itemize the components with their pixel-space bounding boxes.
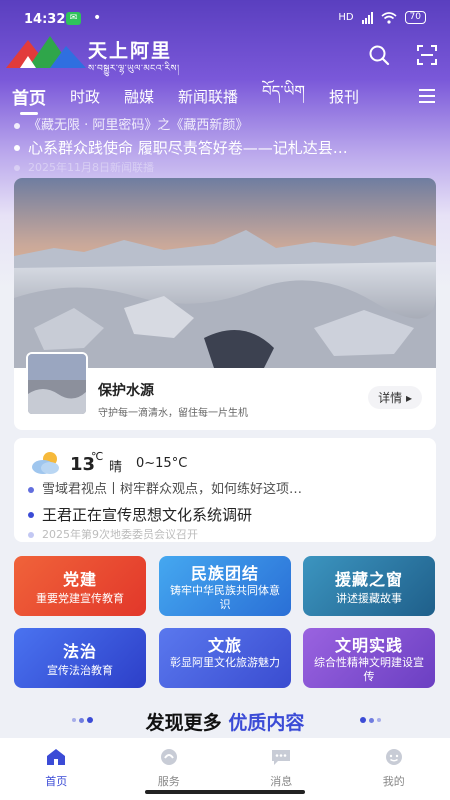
message-icon [272, 750, 291, 765]
network-type-label: HD [338, 12, 354, 23]
news-ticker: 《藏无限 · 阿里密码》之《藏西新颜》 心系群众践使命 履职尽责答好卷——记札达… [14, 118, 434, 174]
weather-news-card: 13 ℃ 晴 0~15°C 雪域君视点丨树牢群众观点，如何练好这项… 王君正在宣… [14, 438, 436, 542]
news-item[interactable]: 王君正在宣传思想文化系统调研 [28, 504, 428, 526]
glacier-photo [14, 178, 436, 368]
partly-cloudy-icon [32, 452, 59, 474]
weather-range: 0~15°C [136, 456, 188, 471]
card-title: 文旅 [207, 636, 242, 655]
card-subtitle: 宣传法治教育 [47, 664, 113, 677]
news-item[interactable]: 2025年第9次地委委员会议召开 [28, 529, 428, 541]
card-culture-tourism[interactable]: 文旅 彰显阿里文化旅游魅力 [159, 628, 291, 688]
banner-subtitle: 守护每一滴清水，留住每一片生机 [98, 408, 248, 419]
app-logo: 天上阿里 ས་བསྒྱུར་ལྷ་ཡུལ་མངའ་རིས། [6, 34, 206, 74]
wechat-notification-icon: ✉ [66, 12, 81, 25]
card-title: 党建 [62, 570, 97, 589]
wifi-icon [381, 11, 397, 24]
mountain-logo-icon [6, 36, 86, 68]
menu-icon[interactable] [418, 88, 436, 104]
card-party-building[interactable]: 党建 重要党建宣传教育 [14, 556, 146, 616]
featured-banner[interactable]: 保护水源 守护每一滴清水，留住每一片生机 详情 ▸ [14, 178, 436, 430]
weather-unit: ℃ [91, 450, 104, 463]
card-ethnic-unity[interactable]: 民族团结 铸牢中华民族共同体意识 [159, 556, 291, 616]
tab-news-broadcast[interactable]: 新闻联播 [178, 86, 238, 107]
tab-newspaper[interactable]: 报刊 [329, 86, 359, 107]
tab-media[interactable]: 融媒 [124, 86, 154, 107]
profile-icon [385, 749, 402, 765]
scan-icon[interactable] [414, 42, 440, 68]
ticker-item[interactable]: 2025年11月8日新闻联播 [14, 162, 434, 174]
tab-home[interactable]: 首页 [12, 84, 46, 115]
nav-label: 首页 [45, 775, 68, 788]
status-dot: • [93, 10, 102, 26]
discover-part2: 优质内容 [228, 712, 305, 734]
battery-icon: 70 [404, 11, 426, 24]
status-time: 14:32 [24, 12, 66, 27]
nav-label: 我的 [382, 775, 405, 788]
card-title: 民族团结 [190, 564, 259, 583]
card-aid-tibet[interactable]: 援藏之窗 讲述援藏故事 [303, 556, 435, 616]
nav-profile[interactable]: 我的 [338, 738, 450, 800]
nav-label: 服务 [157, 775, 180, 788]
channel-tabs: 首页 时政 融媒 新闻联播 བོད་ཡིག 报刊 [0, 80, 450, 115]
card-subtitle: 重要党建宣传教育 [36, 592, 124, 605]
card-title: 文明实践 [334, 636, 403, 655]
banner-title: 保护水源 [98, 383, 154, 399]
nav-home[interactable]: 首页 [0, 738, 113, 800]
card-rule-of-law[interactable]: 法治 宣传法治教育 [14, 628, 146, 688]
gesture-bar [145, 790, 305, 794]
card-title: 法治 [62, 642, 97, 661]
card-subtitle: 铸牢中华民族共同体意识 [170, 584, 280, 611]
tab-tibetan[interactable]: བོད་ཡིག [262, 75, 305, 117]
service-icon [160, 749, 177, 765]
ticker-item[interactable]: 心系群众践使命 履职尽责答好卷——记札达县… [14, 134, 434, 162]
search-icon[interactable] [366, 42, 392, 68]
tab-politics[interactable]: 时政 [70, 86, 100, 107]
card-subtitle: 彰显阿里文化旅游魅力 [170, 656, 280, 669]
decorative-dots-right [360, 717, 381, 723]
card-subtitle: 综合性精神文明建设宣传 [314, 656, 424, 683]
signal-icon [361, 11, 373, 24]
banner-details-button[interactable]: 详情 ▸ [368, 386, 422, 409]
discover-part1: 发现更多 [145, 712, 222, 734]
card-subtitle: 讲述援藏故事 [336, 592, 402, 605]
card-title: 援藏之窗 [334, 570, 403, 589]
news-item[interactable]: 雪域君视点丨树牢群众观点，如何练好这项… [28, 482, 428, 498]
card-civilization-practice[interactable]: 文明实践 综合性精神文明建设宣传 [303, 628, 435, 688]
ticker-item[interactable]: 《藏无限 · 阿里密码》之《藏西新颜》 [14, 118, 434, 134]
home-icon [47, 749, 66, 765]
banner-thumbnail [26, 352, 88, 416]
nav-label: 消息 [270, 775, 293, 788]
discover-more-heading: 发现更多 优质内容 [0, 708, 450, 735]
weather-condition: 晴 [109, 460, 123, 475]
